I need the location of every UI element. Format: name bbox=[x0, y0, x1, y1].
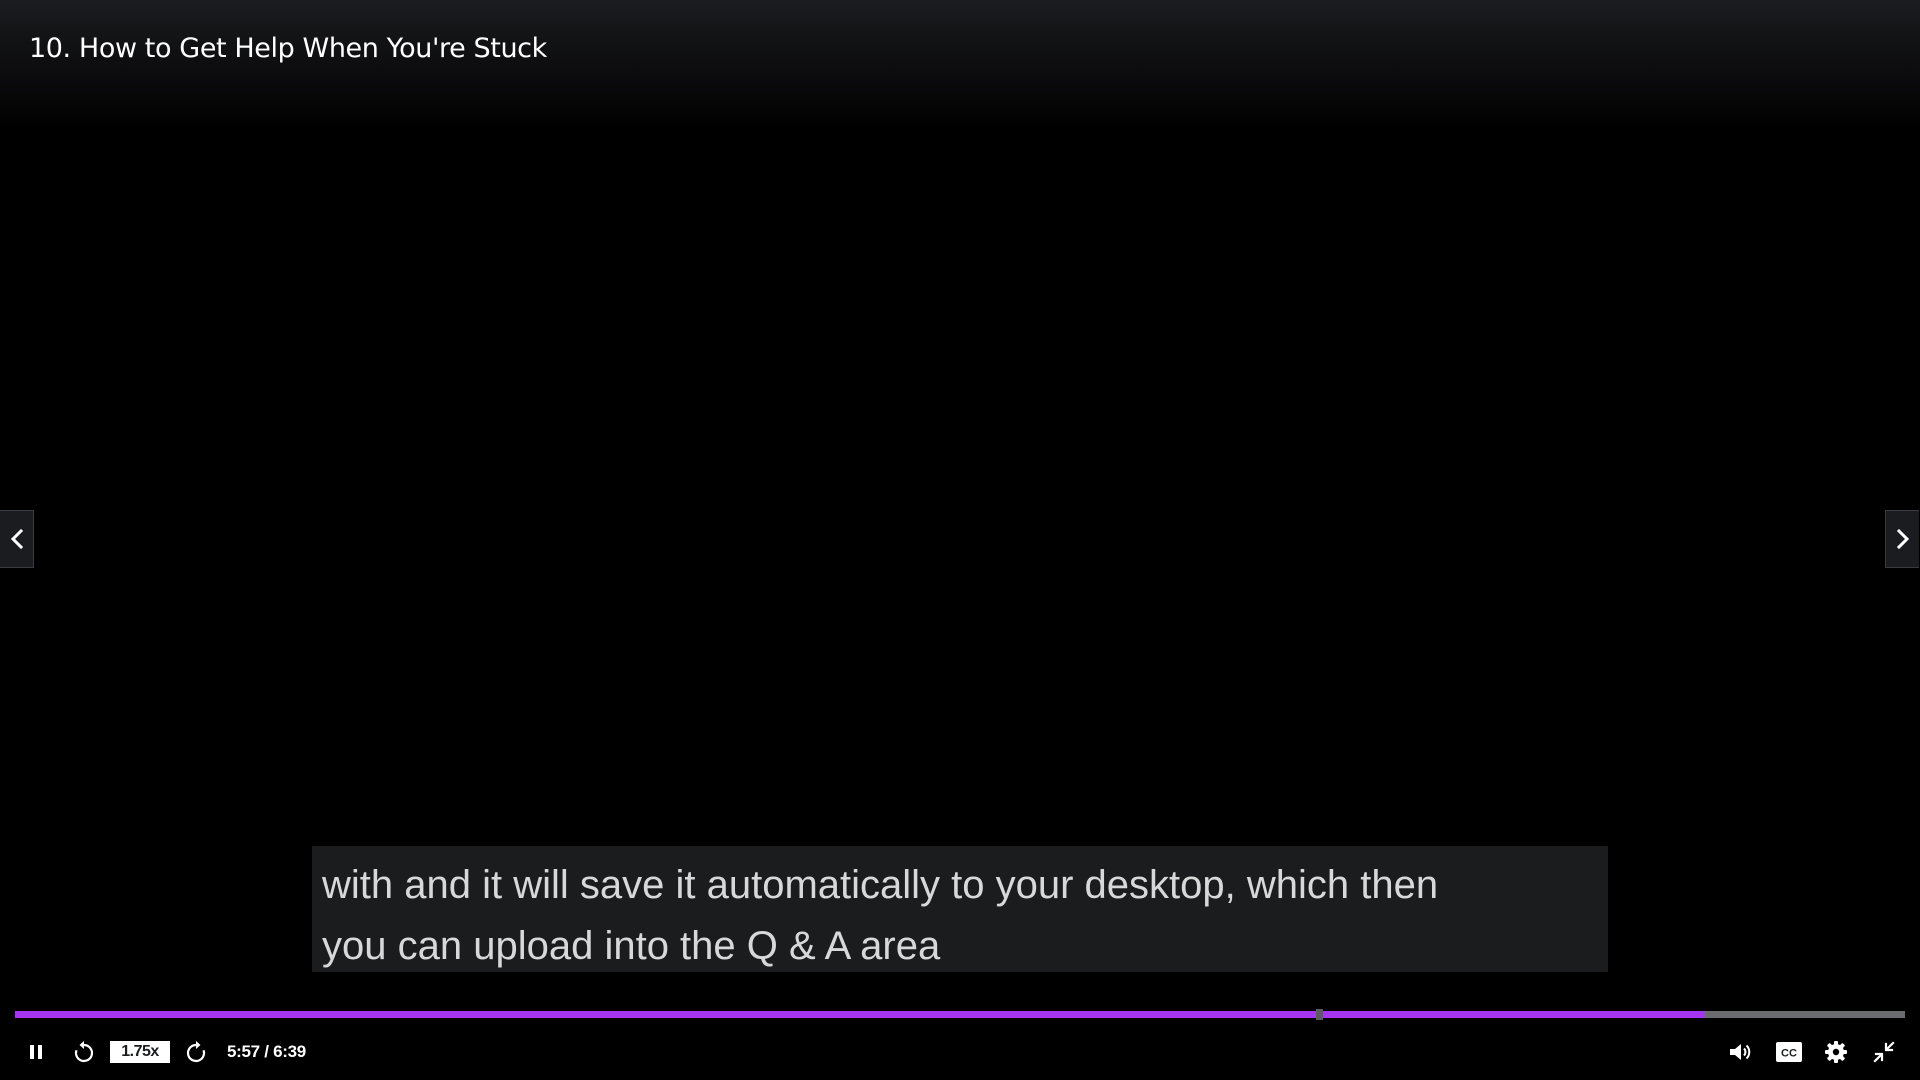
progress-bar[interactable] bbox=[15, 1009, 1905, 1020]
video-player[interactable]: 10. How to Get Help When You're Stuck wi… bbox=[0, 0, 1920, 1080]
captions-button[interactable]: CC bbox=[1772, 1030, 1806, 1074]
volume-icon bbox=[1730, 1044, 1751, 1060]
playback-speed-button[interactable]: 1.75x bbox=[110, 1041, 170, 1063]
video-title: 10. How to Get Help When You're Stuck bbox=[29, 33, 547, 64]
forward-button[interactable] bbox=[180, 1030, 212, 1074]
pause-button[interactable] bbox=[20, 1030, 52, 1074]
pause-icon bbox=[30, 1045, 42, 1059]
caption-box: with and it will save it automatically t… bbox=[312, 846, 1608, 972]
rewind-button[interactable] bbox=[68, 1030, 100, 1074]
title-bar: 10. How to Get Help When You're Stuck bbox=[0, 0, 1920, 130]
caption-line: with and it will save it automatically t… bbox=[322, 863, 1439, 907]
caption-line: you can upload into the Q & A area bbox=[322, 924, 941, 968]
gear-icon bbox=[1825, 1041, 1847, 1063]
svg-text:CC: CC bbox=[1781, 1048, 1797, 1060]
settings-button[interactable] bbox=[1820, 1030, 1852, 1074]
chevron-right-icon bbox=[1896, 528, 1909, 550]
volume-button[interactable] bbox=[1724, 1030, 1756, 1074]
chevron-left-icon bbox=[10, 528, 23, 550]
progress-marker[interactable] bbox=[1316, 1009, 1324, 1020]
next-lecture-button[interactable] bbox=[1885, 510, 1919, 568]
rewind-icon bbox=[74, 1041, 94, 1063]
forward-icon bbox=[186, 1041, 206, 1063]
closed-captions-icon: CC bbox=[1776, 1042, 1802, 1062]
time-display: 5:57 / 6:39 bbox=[227, 1042, 306, 1061]
exit-fullscreen-button[interactable] bbox=[1868, 1030, 1900, 1074]
exit-fullscreen-icon bbox=[1873, 1041, 1895, 1063]
progress-played bbox=[15, 1011, 1705, 1018]
previous-lecture-button[interactable] bbox=[0, 510, 34, 568]
control-bar: 1.75x 5:57 / 6:39 CC bbox=[0, 1030, 1920, 1074]
